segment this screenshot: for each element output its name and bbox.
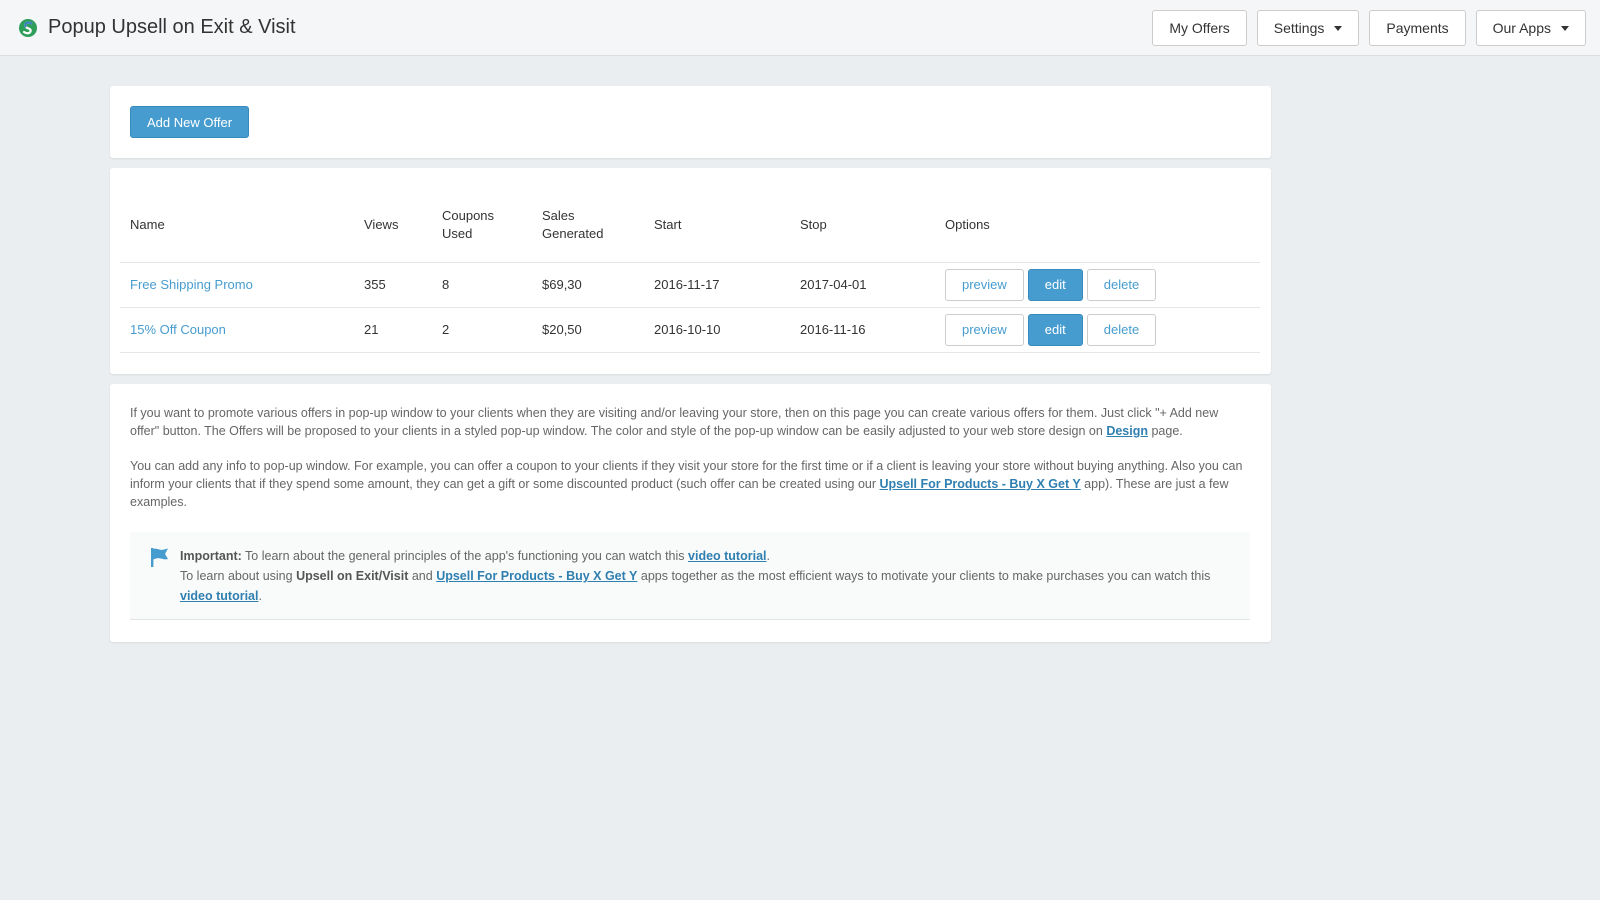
row-actions: preview edit delete [945, 268, 1250, 301]
sales-cell: $69,30 [532, 262, 644, 308]
video-tutorial-link[interactable]: video tutorial [180, 589, 258, 603]
upsell-products-link[interactable]: Upsell For Products - Buy X Get Y [880, 477, 1081, 491]
views-cell: 355 [354, 262, 432, 308]
delete-button[interactable]: delete [1086, 268, 1157, 301]
notice-line2-mid: apps together as the most efficient ways… [637, 569, 1211, 583]
preview-button[interactable]: preview [945, 268, 1024, 301]
offer-name-cell: Free Shipping Promo [120, 262, 354, 308]
chevron-down-icon [1334, 25, 1343, 31]
actions-panel: Add New Offer [110, 86, 1271, 158]
options-cell: preview edit delete [935, 262, 1260, 308]
options-cell: preview edit delete [935, 307, 1260, 353]
row-actions: preview edit delete [945, 313, 1250, 346]
coupons-cell: 8 [432, 262, 532, 308]
payments-label: Payments [1386, 20, 1449, 36]
info-panel: If you want to promote various offers in… [110, 384, 1271, 642]
stop-cell: 2016-11-16 [790, 307, 935, 353]
notice-line2-end: . [258, 589, 262, 603]
table-row: Free Shipping Promo 355 8 $69,30 2016-11… [120, 262, 1260, 308]
payments-button[interactable]: Payments [1369, 10, 1466, 46]
settings-dropdown[interactable]: Settings [1256, 10, 1360, 46]
col-coupons-used: Coupons Used [432, 188, 532, 263]
important-notice: Important: To learn about the general pr… [130, 532, 1250, 620]
info-paragraph-2: You can add any info to pop-up window. F… [130, 457, 1250, 511]
info-p1-end: page. [1148, 424, 1183, 438]
settings-label: Settings [1273, 20, 1325, 36]
start-cell: 2016-10-10 [644, 307, 790, 353]
col-options: Options [935, 188, 1260, 263]
views-cell: 21 [354, 307, 432, 353]
our-apps-label: Our Apps [1492, 20, 1551, 36]
coupons-cell: 2 [432, 307, 532, 353]
offers-panel: Name Views Coupons Used Sales Generated … [110, 168, 1271, 374]
my-offers-button[interactable]: My Offers [1152, 10, 1247, 46]
video-tutorial-link[interactable]: video tutorial [688, 549, 766, 563]
notice-line1-text: To learn about the general principles of… [241, 549, 689, 563]
info-paragraph-1: If you want to promote various offers in… [130, 404, 1250, 440]
our-apps-dropdown[interactable]: Our Apps [1475, 10, 1586, 46]
app-title: Popup Upsell on Exit & Visit [48, 16, 296, 38]
design-link[interactable]: Design [1106, 424, 1148, 438]
col-views: Views [354, 188, 432, 263]
col-start: Start [644, 188, 790, 263]
app-name-bold: Upsell on Exit/Visit [296, 569, 409, 583]
notice-line1-end: . [766, 549, 770, 563]
edit-button[interactable]: edit [1027, 313, 1083, 346]
notice-line-2: To learn about using Upsell on Exit/Visi… [180, 566, 1230, 606]
top-nav: My Offers Settings Payments Our Apps [1152, 10, 1586, 46]
col-name: Name [120, 188, 354, 263]
col-coupons-used-label: Coupons Used [442, 207, 495, 241]
offer-name-link[interactable]: 15% Off Coupon [130, 322, 226, 337]
edit-button[interactable]: edit [1027, 268, 1083, 301]
important-label: Important: [180, 549, 242, 563]
offer-name-link[interactable]: Free Shipping Promo [130, 277, 253, 292]
brand: Popup Upsell on Exit & Visit [0, 16, 296, 39]
flag-icon [151, 548, 168, 567]
notice-line2-start: To learn about using [180, 569, 297, 583]
my-offers-label: My Offers [1169, 20, 1230, 36]
offers-table: Name Views Coupons Used Sales Generated … [120, 188, 1260, 353]
start-cell: 2016-11-17 [644, 262, 790, 308]
col-sales-generated: Sales Generated [532, 188, 644, 263]
col-stop: Stop [790, 188, 935, 263]
notice-body: Important: To learn about the general pr… [180, 546, 1230, 606]
offer-name-cell: 15% Off Coupon [120, 307, 354, 353]
delete-button[interactable]: delete [1086, 313, 1157, 346]
notice-line2-and: and [408, 569, 437, 583]
chevron-down-icon [1561, 25, 1569, 31]
preview-button[interactable]: preview [945, 313, 1024, 346]
table-header-row: Name Views Coupons Used Sales Generated … [120, 188, 1260, 263]
stop-cell: 2017-04-01 [790, 262, 935, 308]
top-bar: Popup Upsell on Exit & Visit My Offers S… [0, 0, 1600, 56]
sales-cell: $20,50 [532, 307, 644, 353]
info-text: If you want to promote various offers in… [130, 404, 1250, 528]
notice-line-1: Important: To learn about the general pr… [180, 546, 1230, 566]
table-row: 15% Off Coupon 21 2 $20,50 2016-10-10 20… [120, 307, 1260, 353]
app-logo-icon [19, 18, 37, 37]
add-new-offer-button[interactable]: Add New Offer [130, 106, 250, 138]
col-sales-generated-label: Sales Generated [542, 207, 604, 241]
info-p1-text: If you want to promote various offers in… [130, 406, 1219, 438]
upsell-products-link[interactable]: Upsell For Products - Buy X Get Y [436, 569, 637, 583]
